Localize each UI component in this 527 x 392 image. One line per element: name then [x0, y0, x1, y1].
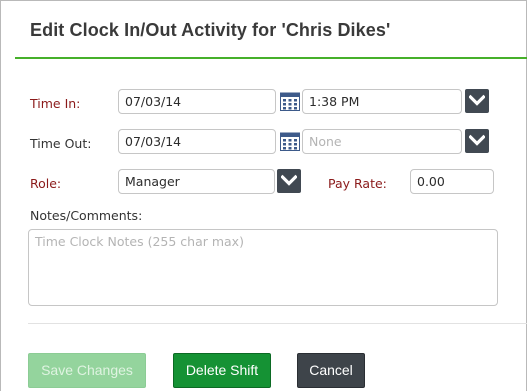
time-out-label: Time Out: [30, 136, 92, 151]
save-changes-button[interactable]: Save Changes [28, 353, 146, 388]
time-out-time-select[interactable]: None [302, 129, 462, 154]
time-out-date-input[interactable]: 07/03/14 [118, 129, 276, 154]
time-in-time-dropdown-button[interactable] [465, 89, 489, 113]
time-in-label: Time In: [30, 96, 81, 111]
delete-shift-button[interactable]: Delete Shift [173, 353, 271, 388]
time-in-date-input[interactable]: 07/03/14 [118, 89, 276, 114]
notes-label: Notes/Comments: [30, 208, 143, 223]
pay-rate-label: Pay Rate: [328, 176, 387, 191]
title-divider [15, 57, 527, 59]
notes-textarea[interactable]: Time Clock Notes (255 char max) [28, 229, 498, 306]
footer-divider [28, 323, 527, 324]
chevron-down-icon [469, 134, 485, 146]
cancel-button[interactable]: Cancel [297, 353, 365, 388]
role-label: Role: [30, 176, 62, 191]
pay-rate-input[interactable]: 0.00 [410, 169, 494, 194]
dialog-title: Edit Clock In/Out Activity for 'Chris Di… [30, 20, 391, 40]
chevron-down-icon [469, 94, 485, 106]
time-in-time-select[interactable]: 1:38 PM [302, 89, 462, 114]
role-select[interactable]: Manager [118, 169, 275, 194]
chevron-down-icon [281, 174, 297, 186]
time-out-time-dropdown-button[interactable] [465, 129, 489, 153]
calendar-icon[interactable] [280, 132, 300, 151]
role-dropdown-button[interactable] [277, 169, 301, 193]
calendar-icon[interactable] [280, 92, 300, 111]
